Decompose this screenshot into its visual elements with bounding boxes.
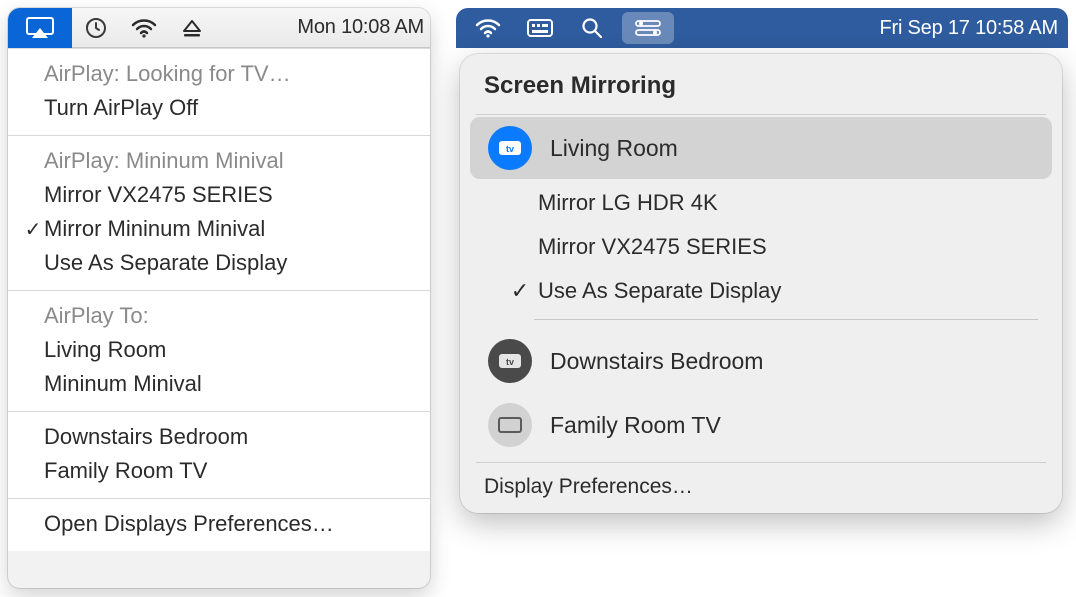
menubar-old: Mon 10:08 AM <box>8 8 430 48</box>
airplay-to-mininum[interactable]: Mininum Minival <box>8 367 430 401</box>
option-label: Use As Separate Display <box>538 278 781 304</box>
turn-airplay-off[interactable]: Turn AirPlay Off <box>8 91 430 125</box>
mirroring-options: Mirror LG HDR 4K Mirror VX2475 SERIES ✓ … <box>534 181 1038 320</box>
airplay-status-icon[interactable] <box>8 8 72 48</box>
screen-mirroring-control-center: Fri Sep 17 10:58 AM Screen Mirroring tv … <box>456 8 1068 588</box>
divider <box>476 462 1046 463</box>
spotlight-icon[interactable] <box>570 8 614 48</box>
device-label: Downstairs Bedroom <box>550 348 763 375</box>
use-as-separate-display[interactable]: ✓ Use As Separate Display <box>534 269 1038 313</box>
airplay-to-header: AirPlay To: <box>8 299 430 333</box>
mirror-lg-hdr-4k[interactable]: Mirror LG HDR 4K <box>534 181 1038 225</box>
menu-item-label: Living Room <box>44 337 166 363</box>
device-label: Family Room TV <box>550 412 721 439</box>
menu-item-label: Turn AirPlay Off <box>44 95 198 121</box>
menu-item-label: Downstairs Bedroom <box>44 424 248 450</box>
svg-text:tv: tv <box>506 144 514 154</box>
control-center-popover: Screen Mirroring tv Living Room Mirror L… <box>460 54 1062 513</box>
open-displays-preferences[interactable]: Open Displays Preferences… <box>8 507 430 541</box>
menu-item-label: Open Displays Preferences… <box>44 511 334 537</box>
divider <box>534 319 1038 320</box>
menubar-clock-bigsur[interactable]: Fri Sep 17 10:58 AM <box>879 17 1058 40</box>
svg-text:tv: tv <box>506 357 514 367</box>
menu-item-label: Mirror Mininum Minival <box>44 216 265 242</box>
airplay-to-living-room[interactable]: Living Room <box>8 333 430 367</box>
menu-item-label: Mirror VX2475 SERIES <box>44 182 273 208</box>
airplay-status-header: AirPlay: Looking for TV… <box>8 57 430 91</box>
device-label: Living Room <box>550 135 678 162</box>
appletv-icon: tv <box>488 339 532 383</box>
menu-item-label: Mininum Minival <box>44 371 202 397</box>
mirror-mininum[interactable]: ✓ Mirror Mininum Minival <box>8 212 430 246</box>
link-label: Display Preferences… <box>484 475 693 499</box>
option-label: Mirror VX2475 SERIES <box>538 234 767 260</box>
option-label: Mirror LG HDR 4K <box>538 190 718 216</box>
menubar-clock-old[interactable]: Mon 10:08 AM <box>297 16 430 39</box>
wifi-icon[interactable] <box>120 8 168 48</box>
check-icon: ✓ <box>506 278 534 304</box>
airplay-source-header: AirPlay: Mininum Minival <box>8 144 430 178</box>
use-as-separate-display-old[interactable]: Use As Separate Display <box>8 246 430 280</box>
wifi-icon[interactable] <box>466 8 510 48</box>
menu-item-label: Use As Separate Display <box>44 250 287 276</box>
display-preferences-link[interactable]: Display Preferences… <box>460 467 1062 507</box>
airplay-menu-old: Mon 10:08 AM AirPlay: Looking for TV… Tu… <box>8 8 430 588</box>
menubar-bigsur: Fri Sep 17 10:58 AM <box>456 8 1068 48</box>
control-center-icon[interactable] <box>622 12 674 44</box>
device-family-room-tv[interactable]: Family Room TV <box>470 394 1052 456</box>
airplay-menu-body: AirPlay: Looking for TV… Turn AirPlay Of… <box>8 48 430 551</box>
device-familyroom-old[interactable]: Family Room TV <box>8 454 430 488</box>
device-downstairs-old[interactable]: Downstairs Bedroom <box>8 420 430 454</box>
check-icon: ✓ <box>22 217 44 242</box>
mirroring-target-living-room[interactable]: tv Living Room <box>470 117 1052 179</box>
appletv-icon: tv <box>488 126 532 170</box>
popover-title: Screen Mirroring <box>460 68 1062 114</box>
menu-item-label: Family Room TV <box>44 458 207 484</box>
mirror-vx2475[interactable]: Mirror VX2475 SERIES <box>8 178 430 212</box>
device-downstairs-bedroom[interactable]: tv Downstairs Bedroom <box>470 330 1052 392</box>
display-icon <box>488 403 532 447</box>
keyboard-input-icon[interactable] <box>518 8 562 48</box>
mirror-vx2475-series[interactable]: Mirror VX2475 SERIES <box>534 225 1038 269</box>
eject-icon[interactable] <box>168 8 216 48</box>
timemachine-icon[interactable] <box>72 8 120 48</box>
divider <box>476 114 1046 115</box>
